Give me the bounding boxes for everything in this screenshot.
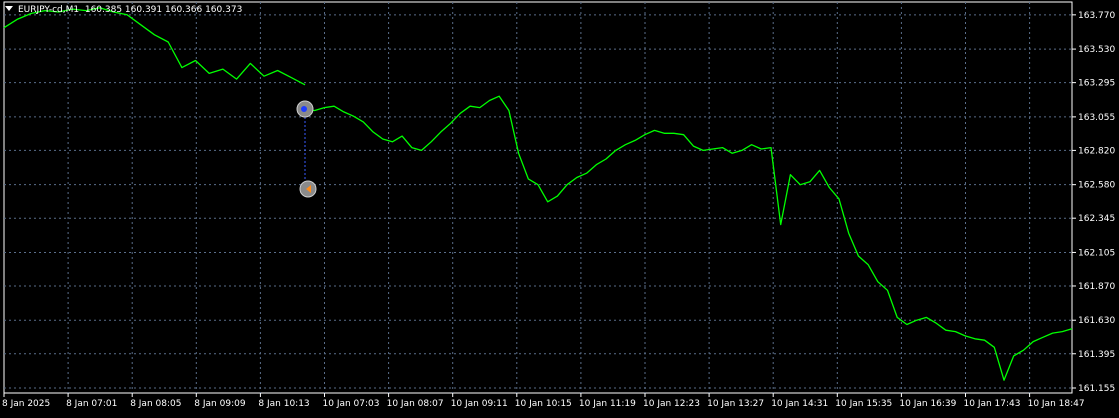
x-tick-label: 8 Jan 08:05 xyxy=(130,399,181,409)
x-tick-label: 10 Jan 16:39 xyxy=(899,399,956,409)
x-tick-label: 10 Jan 18:47 xyxy=(1028,399,1085,409)
chart-window[interactable]: EURJPY-cd,M1 160.385 160.391 160.366 160… xyxy=(0,0,1119,414)
ohlc-values: 160.385 160.391 160.366 160.373 xyxy=(84,5,243,15)
y-tick-label: 163.770 xyxy=(1078,11,1115,21)
x-tick-label: 10 Jan 10:15 xyxy=(515,399,572,409)
price-chart[interactable]: 163.770 163.530 163.295 163.055 162.820 162.5… xyxy=(0,0,1119,414)
y-tick-label: 161.630 xyxy=(1078,316,1115,326)
y-tick-label: 162.105 xyxy=(1078,248,1115,258)
price-line-segment-1 xyxy=(3,7,306,86)
y-tick-label: 162.820 xyxy=(1078,146,1115,156)
x-tick-label: 10 Jan 17:43 xyxy=(964,399,1021,409)
x-tick-label: 10 Jan 13:27 xyxy=(707,399,764,409)
x-tick-label: 10 Jan 12:23 xyxy=(643,399,700,409)
plot-frame xyxy=(3,1,1073,394)
y-tick-label: 163.530 xyxy=(1078,45,1115,55)
x-tick-label: 8 Jan 09:09 xyxy=(194,399,246,409)
y-tick-label: 161.155 xyxy=(1078,384,1115,394)
x-tick-label: 10 Jan 15:35 xyxy=(835,399,892,409)
y-tick-label: 161.870 xyxy=(1078,282,1115,292)
y-tick-label: 163.295 xyxy=(1078,79,1115,89)
x-tick-label: 10 Jan 11:19 xyxy=(579,399,636,409)
price-line-segment-2 xyxy=(305,95,1073,381)
x-tick-label: 10 Jan 08:07 xyxy=(387,399,444,409)
dropdown-triangle-icon[interactable] xyxy=(5,6,13,11)
y-tick-label: 163.055 xyxy=(1078,113,1115,123)
x-tick-label: 8 Jan 07:01 xyxy=(66,399,117,409)
x-tick-label: 10 Jan 09:11 xyxy=(451,399,508,409)
x-tick-label: 10 Jan 14:31 xyxy=(771,399,828,409)
y-tick-label: 162.345 xyxy=(1078,214,1115,224)
chart-header: EURJPY-cd,M1 160.385 160.391 160.366 160… xyxy=(5,5,242,15)
x-tick-label: 8 Jan 10:13 xyxy=(258,399,309,409)
entry-arrow-icon xyxy=(301,106,307,113)
symbol-label: EURJPY-cd,M1 xyxy=(18,5,80,15)
x-tick-label: 10 Jan 07:03 xyxy=(323,399,380,409)
y-tick-label: 161.395 xyxy=(1078,350,1115,360)
y-tick-label: 162.580 xyxy=(1078,181,1115,191)
x-tick-label: 8 Jan 2025 xyxy=(2,399,50,409)
